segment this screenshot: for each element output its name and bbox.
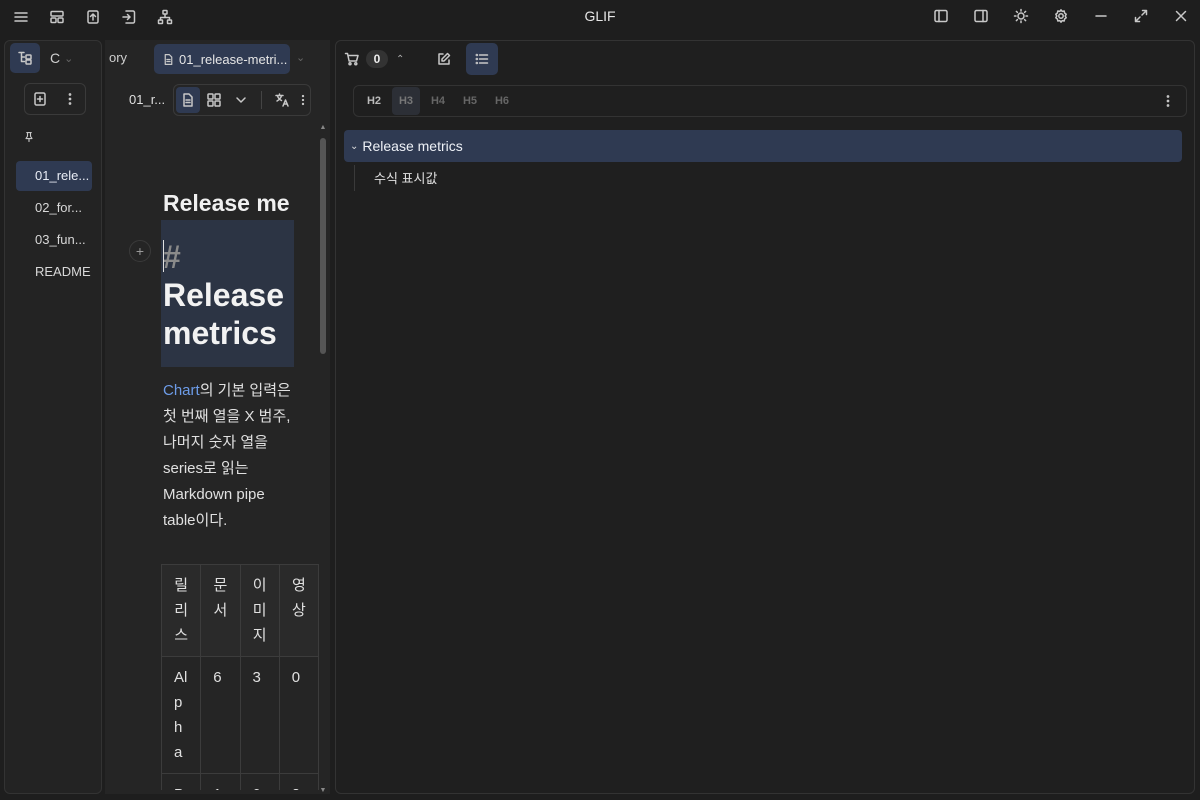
cart-count-badge: 0 [366,50,388,68]
title-bar-left-tools [10,6,176,28]
file-sidebar: C ⌄ 01_rele... 02_for... 03_fun... READM… [4,40,102,794]
file-list-item[interactable]: 02_for... [16,193,92,223]
document-icon [162,53,175,66]
tab-history[interactable]: ory [109,50,127,65]
table-header-row: 릴리스 문서 이미지 영상 [160,564,319,657]
file-list-item[interactable]: 03_fun... [16,225,92,255]
chevron-down-icon[interactable]: ⌄ [350,141,358,152]
outline-indent-guide [354,165,355,191]
heading-text: Release metrics [163,277,284,351]
outline-pane: 0 ⌃ H2 H3 H4 H5 H6 ⌄ Release metrics 수식 … [335,40,1195,794]
heading-level-h5[interactable]: H5 [456,87,484,115]
table-cell: B [160,773,202,790]
text-caret [163,240,164,272]
heading-level-h3[interactable]: H3 [392,87,420,115]
sitemap-icon[interactable] [154,6,176,28]
tab-active-file[interactable]: 01_release-metri... [154,44,290,74]
heading-block-editing[interactable]: # Release metrics [161,220,294,367]
translate-icon[interactable] [270,87,294,113]
paragraph-text: 의 기본 입력은 첫 번째 열을 X 범주, 나머지 숫자 열을 series로… [163,382,291,529]
close-icon[interactable] [1170,5,1192,27]
outline-toolbar: 0 ⌃ [344,43,499,75]
sidebar-tab-label[interactable]: C [50,50,60,66]
heading-preview: Release me [163,190,290,216]
heading-level-h4[interactable]: H4 [424,87,452,115]
scroll-up-arrow-icon[interactable]: ▲ [319,124,327,131]
table-header-cell: 문서 [200,564,241,657]
heading-markdown-hash: # [163,239,181,275]
editor-tabs: ory 01_release-metri... ⌄ [105,42,330,74]
heading-level-h6[interactable]: H6 [488,87,516,115]
heading-level-filter: H2 H3 H4 H5 H6 [353,85,1187,117]
grid-view-icon[interactable] [202,87,226,113]
document-title: 01_r... [129,92,166,107]
outline-item[interactable]: 수식 표시값 [374,168,437,187]
toolbar-divider [260,91,262,109]
table-cell: 6 [200,656,241,774]
table-cell: 2 [278,773,319,790]
heading-level-h2[interactable]: H2 [360,87,388,115]
outline-item[interactable]: ⌄ Release metrics [344,130,1182,162]
table-row: B 1 0 2 [160,773,319,790]
sidebar-toolbar [24,83,86,115]
table-header-cell: 이미지 [239,564,280,657]
scrollbar-thumb[interactable] [320,138,326,354]
file-list-item[interactable]: 01_rele... [16,161,92,191]
title-bar: GLIF [0,0,1200,34]
editor-content[interactable]: Release me + # Release metrics Chart의 기본… [105,124,319,790]
table-row: Alpha 6 3 0 [160,656,319,774]
theme-sun-icon[interactable] [1010,5,1032,27]
pin-icon[interactable] [23,131,35,143]
title-bar-right-tools [930,5,1192,27]
chevron-up-icon[interactable]: ⌃ [396,54,404,65]
more-vertical-icon[interactable] [296,87,310,113]
outline-item-label: Release metrics [362,138,463,154]
settings-gear-icon[interactable] [1050,5,1072,27]
table-cell: 0 [278,656,319,774]
more-vertical-icon[interactable] [62,91,78,107]
layout-icon[interactable] [46,6,68,28]
menu-icon[interactable] [10,6,32,28]
table-cell: 0 [239,773,280,790]
left-panel-icon[interactable] [930,5,952,27]
markdown-table: 릴리스 문서 이미지 영상 Alpha 6 3 0 B 1 0 2 [160,564,319,790]
editor-toolbar: 01_r... [105,80,330,118]
edit-icon[interactable] [428,43,460,75]
right-panel-icon[interactable] [970,5,992,27]
more-vertical-icon[interactable] [1160,93,1176,109]
maximize-icon[interactable] [1130,5,1152,27]
table-cell: 1 [200,773,241,790]
editor-pane: ory 01_release-metri... ⌄ 01_r... Releas… [105,40,330,794]
outline-list-icon[interactable] [466,43,499,75]
table-cell: Alpha [160,656,202,774]
scroll-down-arrow-icon[interactable]: ▼ [319,787,327,794]
chevron-down-icon[interactable]: ⌄ [296,51,305,64]
chevron-down-icon[interactable]: ⌄ [64,52,73,65]
view-mode-toolbar [173,84,311,116]
new-file-icon[interactable] [32,91,48,107]
file-list-item[interactable]: README [16,257,92,287]
chevron-down-icon[interactable] [229,87,253,113]
cart-icon[interactable] [344,51,360,67]
import-icon[interactable] [118,6,140,28]
export-icon[interactable] [82,6,104,28]
tab-file-label: 01_release-metri... [179,51,288,67]
minimize-icon[interactable] [1090,5,1112,27]
table-header-cell: 영상 [278,564,319,657]
editor-scrollbar[interactable]: ▲ ▼ [319,124,327,794]
file-list: 01_rele... 02_for... 03_fun... README [16,161,92,289]
file-tree-icon[interactable] [10,43,40,73]
sidebar-tabs: C ⌄ [10,43,73,73]
table-cell: 3 [239,656,280,774]
document-view-icon[interactable] [176,87,201,113]
table-header-cell: 릴리스 [160,564,202,657]
add-block-button[interactable]: + [129,240,151,262]
paragraph: Chart의 기본 입력은 첫 번째 열을 X 범주, 나머지 숫자 열을 se… [163,378,297,534]
chart-link[interactable]: Chart [163,382,200,399]
